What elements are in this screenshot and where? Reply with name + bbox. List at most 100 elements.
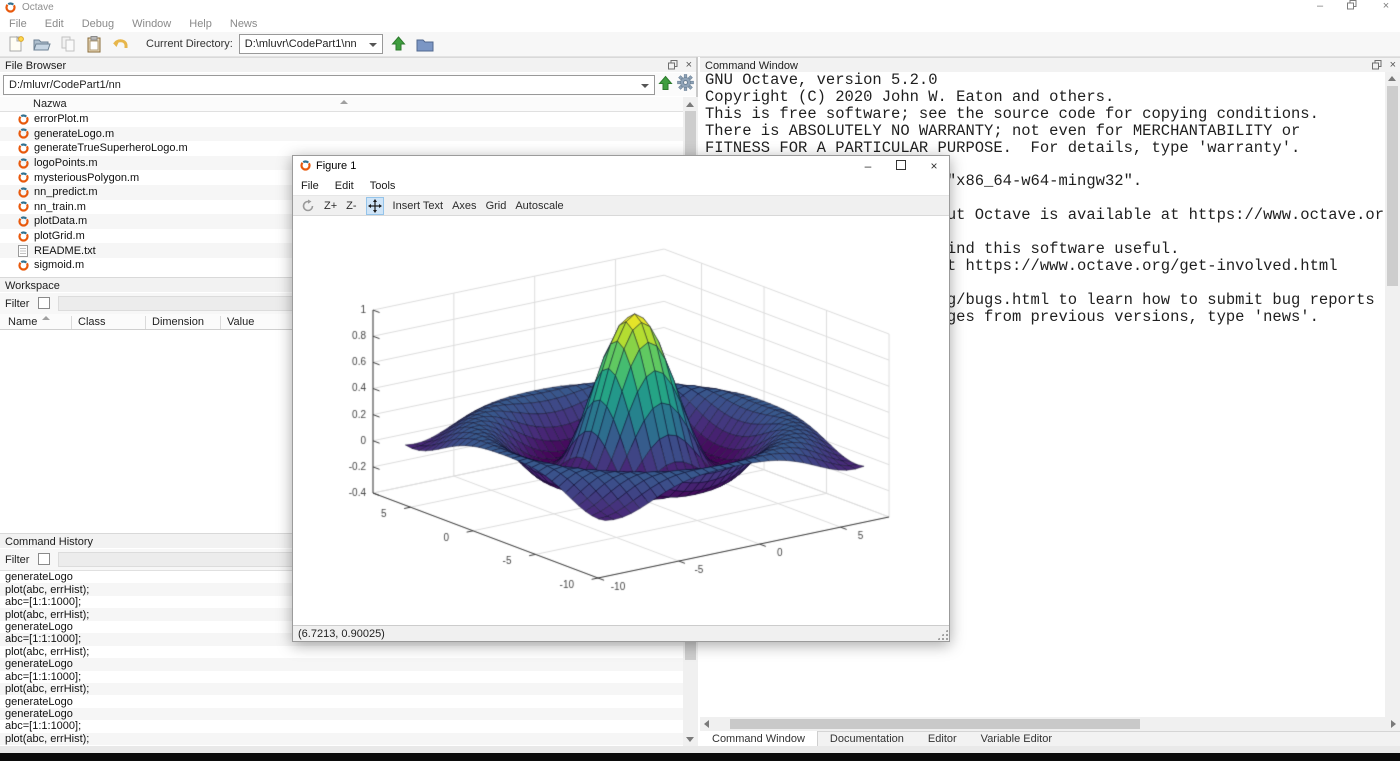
scroll-up-icon[interactable]	[1388, 76, 1396, 81]
history-entry[interactable]: generateLogo	[0, 658, 683, 671]
main-menubar: File Edit Debug Window Help News	[0, 16, 1400, 32]
file-browser-column-header[interactable]: Nazwa	[0, 97, 683, 112]
dock-tab-documentation[interactable]: Documentation	[818, 732, 916, 747]
octave-logo-icon	[300, 160, 311, 174]
gear-icon[interactable]	[677, 74, 694, 94]
file-name: README.txt	[34, 244, 96, 257]
undo-icon[interactable]	[110, 35, 130, 53]
menu-news[interactable]: News	[221, 18, 267, 30]
browse-directory-icon[interactable]	[415, 35, 435, 53]
undock-icon[interactable]	[1371, 60, 1382, 70]
chevron-down-icon	[368, 43, 377, 47]
pan-icon[interactable]	[365, 196, 384, 215]
file-name: logoPoints.m	[34, 157, 98, 170]
octave-file-icon	[18, 187, 30, 198]
octave-main-window: Octave – × File Edit Debug Window Help News C…	[0, 0, 1400, 761]
history-entry[interactable]: plot(abc, errHist);	[0, 646, 683, 658]
octave-file-icon	[18, 114, 30, 125]
current-directory-value: D:\mluvr\CodePart1\nn	[244, 38, 357, 50]
file-name: mysteriousPolygon.m	[34, 171, 140, 184]
scroll-down-icon[interactable]	[686, 737, 694, 742]
new-script-icon[interactable]	[6, 35, 26, 53]
menu-window[interactable]: Window	[123, 18, 180, 30]
filter-checkbox[interactable]	[38, 553, 50, 565]
menu-edit[interactable]: Edit	[36, 18, 73, 30]
undock-icon[interactable]	[667, 60, 678, 70]
command-window-vscrollbar[interactable]	[1385, 72, 1400, 717]
close-panel-icon[interactable]: ×	[1390, 60, 1396, 71]
octave-file-icon	[18, 128, 30, 140]
figure-tool-axes[interactable]: Axes	[452, 200, 476, 212]
figure-close-button[interactable]: ×	[921, 158, 947, 175]
sort-indicator-icon	[42, 316, 50, 320]
minimize-button[interactable]: –	[1308, 0, 1332, 14]
close-button[interactable]: ×	[1374, 0, 1398, 14]
filter-label: Filter	[5, 298, 30, 310]
copy-icon[interactable]	[58, 35, 78, 53]
figure-menu-tools[interactable]: Tools	[362, 180, 404, 192]
column-header: Class	[78, 316, 106, 328]
dock-tab-editor[interactable]: Editor	[916, 732, 969, 747]
file-row[interactable]: errorPlot.m	[0, 112, 683, 127]
restore-icon	[1347, 0, 1357, 10]
column-header: Dimension	[152, 316, 204, 328]
column-header: Name	[8, 316, 38, 328]
filter-label: Filter	[5, 554, 30, 566]
cursor-coordinates: (6.7213, 0.90025)	[298, 628, 385, 640]
one-directory-up-icon[interactable]	[658, 75, 673, 95]
file-name: sigmoid.m	[34, 259, 85, 272]
rotate-icon[interactable]	[301, 199, 315, 213]
history-entry[interactable]: plot(abc, errHist);	[0, 732, 683, 745]
octave-logo-icon	[5, 2, 16, 16]
dock-tab-command-window[interactable]: Command Window	[700, 731, 818, 746]
figure-tool-autoscale[interactable]: Autoscale	[515, 200, 563, 212]
maximize-icon	[896, 160, 906, 170]
file-name: errorPlot.m	[34, 113, 89, 126]
scrollbar-thumb[interactable]	[1387, 86, 1398, 286]
octave-file-icon	[18, 143, 30, 154]
figure-tool-z+[interactable]: Z+	[324, 200, 337, 212]
text-file-icon	[18, 244, 30, 257]
figure-menu-edit[interactable]: Edit	[327, 180, 362, 192]
octave-file-icon	[18, 230, 30, 242]
menu-help[interactable]: Help	[180, 18, 221, 30]
resize-grip[interactable]	[937, 629, 948, 640]
workspace-title: Workspace	[5, 280, 60, 292]
figure-tool-insert-text[interactable]: Insert Text	[393, 200, 444, 212]
close-panel-icon[interactable]: ×	[686, 60, 692, 71]
file-browser-path-combobox[interactable]: D:/mluvr/CodePart1/nn	[3, 75, 655, 95]
figure-maximize-button[interactable]	[888, 158, 914, 175]
file-browser-header: File Browser ×	[0, 57, 696, 72]
figure-menu-file[interactable]: File	[293, 180, 327, 192]
history-entry[interactable]: generateLogo	[0, 707, 683, 721]
figure-plot-canvas[interactable]	[293, 216, 949, 625]
current-directory-combobox[interactable]: D:\mluvr\CodePart1\nn	[238, 34, 383, 54]
history-entry[interactable]: plot(abc, errHist);	[0, 682, 683, 696]
taskbar-strip	[0, 753, 1400, 761]
figure-tool-z-[interactable]: Z-	[346, 200, 356, 212]
figure-tool-grid[interactable]: Grid	[486, 200, 507, 212]
restore-button[interactable]	[1340, 0, 1364, 14]
figure-title: Figure 1	[316, 160, 357, 172]
paste-icon[interactable]	[84, 35, 104, 53]
history-entry[interactable]: abc=[1:1:1000];	[0, 671, 683, 683]
figure-titlebar[interactable]: Figure 1 – ×	[293, 156, 949, 177]
history-entry[interactable]: generateLogo	[0, 695, 683, 708]
file-row[interactable]: generateLogo.m	[0, 126, 683, 142]
open-file-icon[interactable]	[32, 35, 52, 53]
scroll-left-icon[interactable]	[704, 720, 709, 728]
menu-debug[interactable]: Debug	[73, 18, 123, 30]
command-window-hscrollbar[interactable]	[700, 717, 1400, 731]
file-browser-pathrow: D:/mluvr/CodePart1/nn	[0, 73, 696, 96]
menu-file[interactable]: File	[0, 18, 36, 30]
scroll-right-icon[interactable]	[1391, 720, 1396, 728]
directory-up-icon[interactable]	[389, 35, 409, 53]
filter-checkbox[interactable]	[38, 297, 50, 309]
history-entry[interactable]: abc=[1:1:1000];	[0, 720, 683, 732]
file-row[interactable]: generateTrueSuperheroLogo.m	[0, 141, 683, 156]
file-name: nn_predict.m	[34, 186, 98, 199]
scroll-up-icon[interactable]	[686, 102, 694, 107]
scrollbar-thumb[interactable]	[730, 719, 1140, 729]
figure-minimize-button[interactable]: –	[855, 158, 881, 175]
dock-tab-variable-editor[interactable]: Variable Editor	[969, 732, 1064, 747]
